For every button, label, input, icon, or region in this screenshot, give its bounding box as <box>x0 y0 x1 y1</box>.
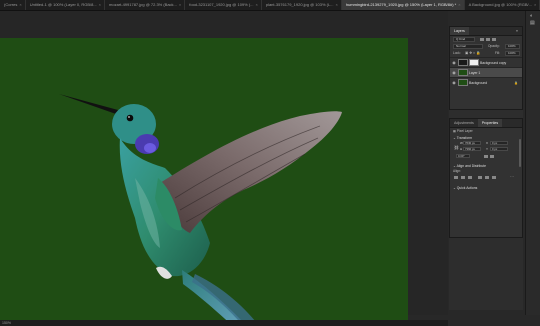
close-icon[interactable]: × <box>179 2 181 7</box>
document-tab[interactable]: A Background.jpg @ 100% (RGB/... × <box>465 0 540 10</box>
lock-row: Lock: ▣ ✥ ⌗ 🔒 Fill: 100% <box>450 50 522 57</box>
tab-properties[interactable]: Properties <box>477 119 503 127</box>
document-tab[interactable]: hummingbird-2139279_1920.jpg @ 150% (Lay… <box>341 0 465 10</box>
lock-icon: 🔒 <box>514 80 518 85</box>
more-icon[interactable]: ··· <box>510 174 514 179</box>
height-input[interactable]: 7360 px <box>463 147 481 151</box>
align-top-icon[interactable] <box>478 176 482 179</box>
lock-label: Lock: <box>453 51 461 55</box>
properties-panel: Adjustments Properties ▦ Pixel Layer ⌄ T… <box>449 118 523 238</box>
layer-name: Layer 1 <box>469 70 481 75</box>
workspace: 150% <box>0 11 448 326</box>
document-tab[interactable]: Untitled-1 @ 100% (Layer 0, RGB/8... × <box>26 0 106 10</box>
opacity-input[interactable]: 100% <box>505 44 520 49</box>
document-tab-label: Untitled-1 @ 100% (Layer 0, RGB/8... <box>29 2 97 7</box>
x-label: X <box>486 141 489 145</box>
document-tab[interactable]: (Corres × <box>0 0 26 10</box>
eye-icon[interactable]: ◉ <box>450 60 458 65</box>
close-icon[interactable]: × <box>534 2 536 7</box>
comment-icon[interactable]: ▤ <box>530 20 535 26</box>
layers-panel: Layers ≡ Q Kind Normal Opacity: 100% Loc… <box>449 26 523 110</box>
layer-thumbnail <box>458 69 468 76</box>
tab-adjustments[interactable]: Adjustments <box>450 119 478 127</box>
opacity-label: Opacity: <box>488 44 500 48</box>
close-icon[interactable]: × <box>99 2 101 7</box>
layers-list: ◉ Background copy ◉ Layer 1 ◉ Background 🔒 <box>450 57 522 87</box>
document-tab[interactable]: food-3231107_1920.jpg @ 109% (... × <box>185 0 262 10</box>
align-right-icon[interactable] <box>468 176 472 179</box>
zoom-level: 150% <box>2 321 11 325</box>
filter-icon[interactable] <box>492 38 496 41</box>
layer-thumbnail <box>458 79 468 86</box>
blend-mode-select[interactable]: Normal <box>453 44 483 49</box>
right-tool-strip: ◐ ▤ <box>525 11 540 315</box>
kind-filter-select[interactable]: Q Kind <box>453 37 475 42</box>
properties-scrollbar[interactable] <box>519 139 521 167</box>
angle-input[interactable]: 0.00° <box>456 154 470 158</box>
pixel-layer-row: ▦ Pixel Layer <box>450 128 522 135</box>
document-tab-label: hummingbird-2139279_1920.jpg @ 150% (Lay… <box>345 2 457 7</box>
y-label: Y <box>486 147 489 151</box>
layer-thumbnail <box>458 59 468 66</box>
filter-icon[interactable] <box>480 38 484 41</box>
transform-fields: ⛓ W 7630 px X 0 px H 7360 px Y 0 px 0.00… <box>450 141 522 163</box>
eye-icon[interactable]: ◉ <box>450 70 458 75</box>
align-bottom-icon[interactable] <box>492 176 496 179</box>
document-tab-bar: (Corres × Untitled-1 @ 100% (Layer 0, RGB/… <box>0 0 540 11</box>
document-tab-label: food-3231107_1920.jpg @ 109% (... <box>189 2 254 7</box>
close-icon[interactable]: × <box>336 2 338 7</box>
panels-dock: Layers ≡ Q Kind Normal Opacity: 100% Loc… <box>449 26 523 310</box>
history-icon[interactable]: ◐ <box>530 13 533 19</box>
align-buttons: ··· <box>450 174 522 182</box>
align-center-icon[interactable] <box>461 176 465 179</box>
flip-vertical-icon[interactable] <box>490 155 494 158</box>
blend-row: Normal Opacity: 100% <box>450 43 522 50</box>
link-icon[interactable]: ⛓ <box>454 145 459 150</box>
layer-filter-row: Q Kind <box>450 36 522 43</box>
layer-mask-thumbnail <box>469 59 479 66</box>
filter-icon[interactable] <box>486 38 490 41</box>
layer-name: Background <box>469 80 488 85</box>
layer-row[interactable]: ◉ Background copy <box>450 57 522 67</box>
close-icon[interactable]: × <box>256 2 258 7</box>
tab-layers[interactable]: Layers <box>450 27 469 35</box>
document-tab[interactable]: mozart-4991787.jpg @ 72.3% (Back... × <box>105 0 186 10</box>
lock-icon[interactable]: ▣ ✥ ⌗ 🔒 <box>465 50 481 57</box>
document-tab-label: A Background.jpg @ 100% (RGB/... <box>468 2 532 7</box>
x-input[interactable]: 0 px <box>490 141 508 145</box>
layer-name: Background copy <box>480 60 507 65</box>
align-left-icon[interactable] <box>454 176 458 179</box>
document-tab-label: plant-3576179_1920.jpg @ 103% (L... <box>265 2 334 7</box>
fill-label: Fill: <box>495 51 500 55</box>
y-input[interactable]: 0 px <box>490 147 508 151</box>
fill-input[interactable]: 100% <box>505 51 520 56</box>
width-input[interactable]: 7630 px <box>463 141 481 145</box>
flip-horizontal-icon[interactable] <box>484 155 488 158</box>
document-canvas[interactable] <box>0 38 408 320</box>
quick-actions-title: ⌄ Quick Actions <box>453 186 478 190</box>
status-bar: 150% <box>0 320 448 326</box>
hummingbird-image <box>59 94 342 320</box>
document-tab[interactable]: plant-3576179_1920.jpg @ 103% (L... × <box>262 0 342 10</box>
document-tab-label: mozart-4991787.jpg @ 72.3% (Back... <box>109 2 177 7</box>
close-icon[interactable]: × <box>19 2 21 7</box>
eye-icon[interactable]: ◉ <box>450 80 458 85</box>
document-tab-label: (Corres <box>4 2 18 7</box>
layer-row[interactable]: ◉ Background 🔒 <box>450 77 522 87</box>
h-label: H <box>460 147 463 151</box>
close-icon[interactable]: × <box>458 2 460 7</box>
layer-kind-label: Pixel Layer <box>456 129 473 133</box>
menu-icon[interactable]: ≡ <box>512 27 522 35</box>
align-middle-icon[interactable] <box>485 176 489 179</box>
layer-row[interactable]: ◉ Layer 1 <box>450 67 522 77</box>
